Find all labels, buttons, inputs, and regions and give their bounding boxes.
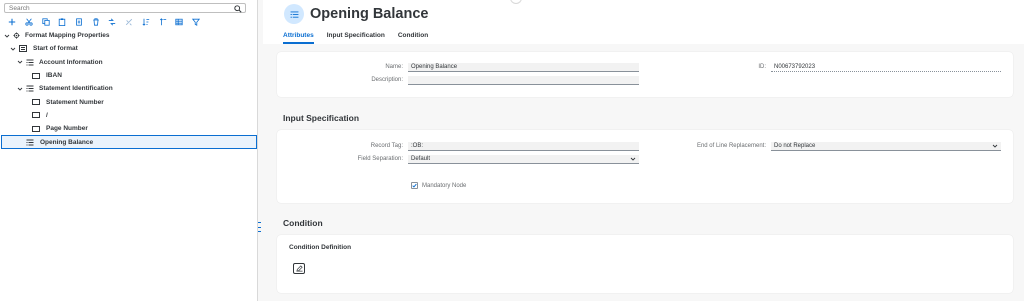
record-tag-label: Record Tag: [370,143,403,149]
search-input[interactable] [5,4,225,12]
mandatory-node-checkbox[interactable] [411,182,418,189]
cut-icon[interactable] [21,16,38,28]
tree-node-label: Opening Balance [40,138,94,146]
field-separation-select[interactable]: Default [408,155,639,164]
tree-node-label: Statement Identification [39,85,113,93]
checkmark-icon [412,183,417,188]
tree-node-statement-identification[interactable]: Statement Identification [0,82,258,95]
avatar [284,4,304,24]
field-icon [32,125,40,132]
tree-node-account-information[interactable]: Account Information [0,56,258,69]
end-of-line-select[interactable]: Do not Replace [771,142,1001,151]
edit-condition-button[interactable] [293,263,305,274]
id-label: ID: [758,64,766,70]
tab-condition[interactable]: Condition [398,32,428,44]
input-specification-card [277,130,1013,203]
link-icon[interactable] [121,16,138,28]
description-label: Description: [371,77,403,83]
object-header: Opening Balance Attributes Input Specifi… [263,0,1024,44]
field-separation-label: Field Separation: [357,156,403,162]
copy2-icon[interactable] [71,16,88,28]
panel-splitter[interactable] [257,222,261,232]
name-field[interactable]: Opening Balance [408,63,639,72]
table-icon[interactable] [171,16,188,28]
list-icon [26,85,34,92]
gear-icon [12,32,20,39]
tab-input-specification[interactable]: Input Specification [327,32,385,44]
field-icon [32,112,40,119]
add-icon[interactable] [4,16,21,28]
tree-node-label: Format Mapping Properties [25,32,110,40]
chevron-down-icon[interactable] [10,46,16,52]
copy-icon[interactable] [37,16,54,28]
format-tree: Format Mapping Properties Start of forma… [0,29,258,149]
condition-card [277,235,1013,293]
sort-up-icon[interactable] [154,16,171,28]
tree-node-format-mapping-properties[interactable]: Format Mapping Properties [0,29,258,42]
tree-node-label: Page Number [46,125,88,133]
filter-icon[interactable] [188,16,205,28]
chevron-down-icon[interactable] [17,59,23,65]
tab-bar: Attributes Input Specification Condition [283,32,441,44]
tree-node-opening-balance[interactable]: Opening Balance [1,135,257,149]
end-of-line-value: Do not Replace [774,143,816,149]
field-icon [32,99,40,106]
description-field[interactable] [408,76,639,85]
page-title: Opening Balance [310,6,429,22]
section-title-condition: Condition [283,218,323,228]
search-box[interactable] [4,3,246,13]
chevron-down-icon[interactable] [17,86,23,92]
condition-definition-label: Condition Definition [289,244,352,251]
tree-toolbar [4,16,204,28]
mandatory-node-label: Mandatory Node [422,183,467,189]
chevron-down-icon[interactable] [630,156,636,162]
tree-node-label: IBAN [46,72,62,80]
pencil-icon [295,265,303,272]
list-icon [26,139,34,146]
sort-icon[interactable] [138,16,155,28]
chevron-down-icon[interactable] [4,33,10,39]
chevron-down-icon[interactable] [992,143,998,149]
search-icon[interactable] [234,5,242,13]
id-value: N00673792023 [771,63,1001,72]
tree-node-label: / [46,111,48,119]
move-icon[interactable] [104,16,121,28]
tree-node-iban[interactable]: IBAN [0,69,258,82]
paste-icon[interactable] [54,16,71,28]
record-tag-field[interactable]: :OB: [408,142,639,151]
attributes-card [277,52,1013,97]
left-panel: Format Mapping Properties Start of forma… [0,0,258,301]
list-icon [290,10,298,18]
format-icon [19,45,27,53]
tree-node-label: Statement Number [46,98,104,106]
tree-node-start-of-format[interactable]: Start of format [0,42,258,55]
list-icon [26,59,34,66]
tree-node-label: Account Information [39,58,103,66]
end-of-line-label: End of Line Replacement: [696,143,766,149]
tree-node-statement-number[interactable]: Statement Number [0,95,258,108]
section-title-input-specification: Input Specification [283,113,360,123]
field-icon [32,72,40,79]
field-separation-value: Default [411,156,431,162]
tab-attributes[interactable]: Attributes [283,32,314,44]
tree-node-page-number[interactable]: Page Number [0,122,258,135]
delete-icon[interactable] [87,16,104,28]
tree-node-label: Start of format [33,45,78,53]
tree-node-slash[interactable]: / [0,109,258,122]
name-label: Name: [385,64,403,70]
